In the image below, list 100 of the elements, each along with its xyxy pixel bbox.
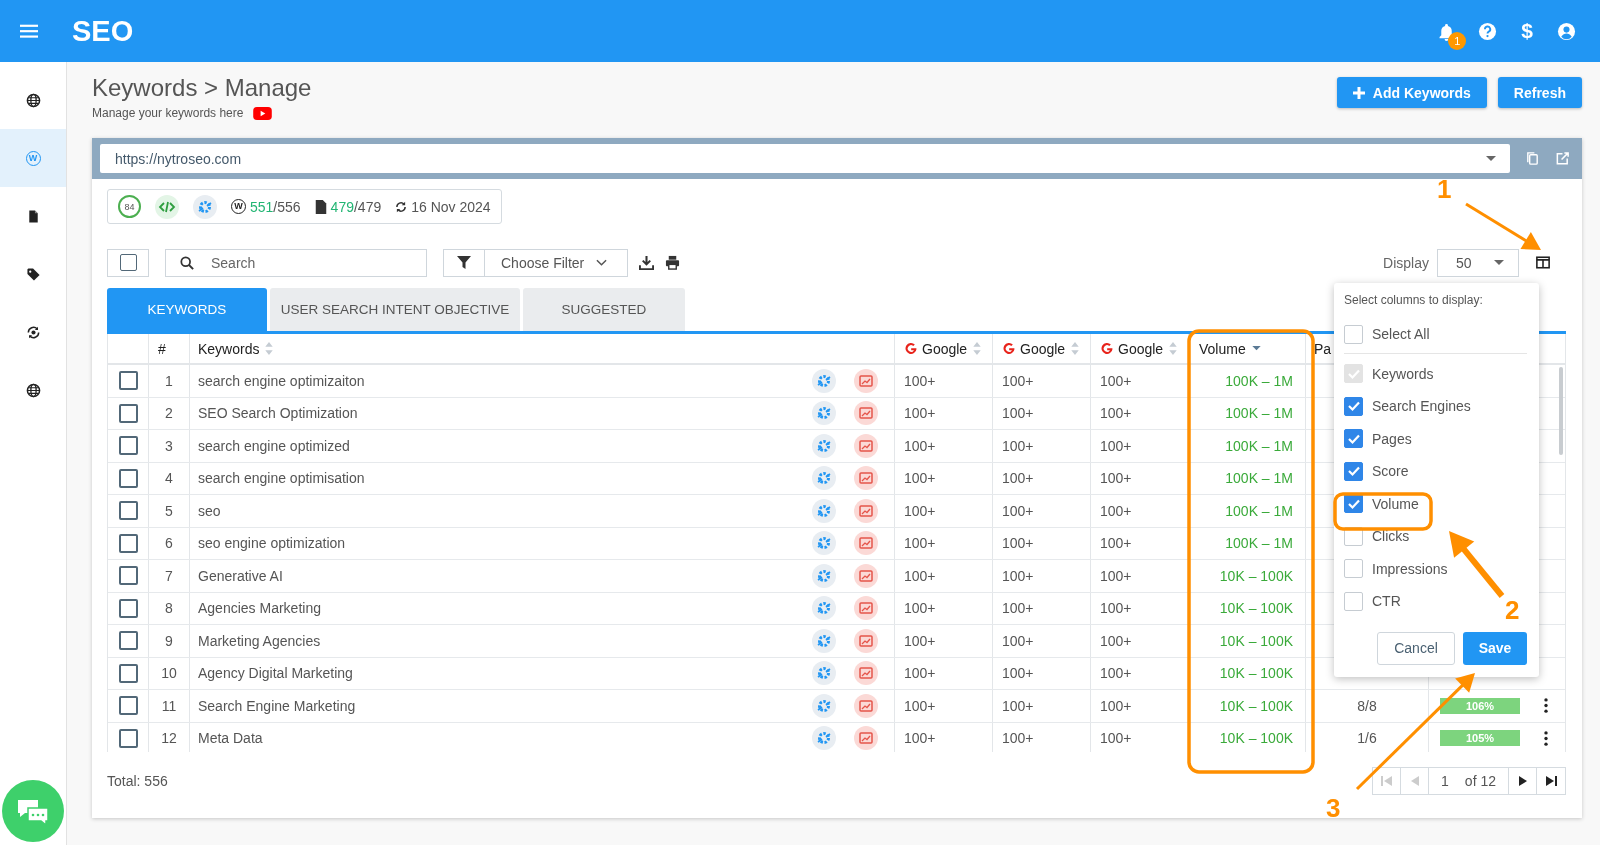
sync-icon[interactable] [25,324,41,340]
chart-icon[interactable] [854,596,878,621]
row-checkbox[interactable] [118,631,138,651]
column-header[interactable]: Google [922,340,968,357]
column-header[interactable]: Pa [1314,340,1332,357]
column-header[interactable]: Google [1020,340,1066,357]
chart-icon[interactable] [854,401,878,426]
checkbox[interactable] [1344,396,1363,416]
select-all-frame[interactable] [107,248,149,277]
tab[interactable]: USER SEARCH INTENT OBJECTIVE [270,288,520,331]
gear-icon[interactable] [812,563,836,588]
gear-icon[interactable] [812,401,836,426]
menu-icon[interactable] [20,23,38,39]
user-icon[interactable] [1557,21,1576,41]
cancel-button[interactable]: Cancel [1377,631,1455,665]
print-icon[interactable] [665,255,680,270]
page-size-select[interactable]: 50 [1437,248,1519,277]
help-icon[interactable] [1478,21,1498,41]
row-checkbox[interactable] [118,728,138,748]
chart-icon[interactable] [854,466,878,491]
copy-icon[interactable] [1525,151,1540,166]
gear-icon[interactable] [812,466,836,491]
row-checkbox[interactable] [118,371,138,391]
gear-icon[interactable] [812,661,836,686]
column-option[interactable]: Search Engines [1344,390,1471,423]
gear-icon[interactable] [812,726,836,751]
column-option[interactable]: Score [1344,455,1409,488]
chart-icon[interactable] [854,693,878,718]
volume-cell: 10K – 100K [1219,730,1293,747]
chart-icon[interactable] [854,531,878,556]
column-header[interactable]: Keywords [198,340,260,357]
pages-cell: 8/8 [1357,697,1377,714]
video-icon[interactable] [253,106,273,120]
more-icon[interactable] [1544,730,1548,746]
gear-icon[interactable] [812,628,836,653]
filter-dropdown[interactable]: Choose Filter [443,248,628,277]
column-option[interactable]: CTR [1344,585,1401,618]
column-header[interactable]: Volume [1199,340,1246,357]
checkbox[interactable] [1344,461,1363,481]
checkbox[interactable] [1344,429,1363,449]
column-option[interactable]: Impressions [1344,552,1448,585]
chat-icon[interactable] [2,780,64,842]
row-checkbox[interactable] [118,468,138,488]
gear-icon[interactable] [812,531,836,556]
gear-icon[interactable] [812,368,836,393]
row-checkbox[interactable] [118,403,138,423]
row-checkbox[interactable] [118,663,138,683]
display-label: Display [1383,254,1429,271]
rank-cell: 100+ [1002,632,1034,649]
rank-cell: 100+ [1002,665,1034,682]
caret-icon [1494,259,1504,266]
column-option[interactable]: Pages [1344,422,1412,455]
volume-cell: 10K – 100K [1219,632,1293,649]
globe-icon[interactable] [25,92,41,108]
chart-icon[interactable] [854,433,878,458]
url-select[interactable]: https://nytroseo.com [100,144,1510,173]
rank-cell: 100+ [1100,405,1132,422]
row-checkbox[interactable] [118,598,138,618]
row-checkbox[interactable] [118,696,138,716]
globe-icon[interactable] [25,382,41,398]
row-number: 11 [161,697,177,714]
tag-icon[interactable] [25,266,41,282]
chart-icon[interactable] [854,628,878,653]
gear-icon[interactable] [812,693,836,718]
rank-cell: 100+ [1002,567,1034,584]
column-header[interactable]: Google [1118,340,1164,357]
page-number[interactable]: 1 [1429,773,1459,789]
column-option[interactable]: Volume [1344,487,1419,520]
chart-icon[interactable] [854,726,878,751]
external-link-icon[interactable] [1555,151,1570,166]
select-all-checkbox[interactable] [119,254,137,271]
checkbox[interactable] [1344,591,1363,611]
chart-icon[interactable] [854,563,878,588]
row-checkbox[interactable] [118,533,138,553]
filter-icon [457,255,471,270]
checkbox[interactable] [1344,324,1363,344]
site-count: 551/556 [250,198,301,215]
volume-cell: 100K – 1M [1225,372,1293,389]
column-option[interactable]: Select All [1344,318,1430,351]
gear-icon[interactable] [812,433,836,458]
row-checkbox[interactable] [118,566,138,586]
sort-descending-icon[interactable] [1251,346,1261,351]
scrollbar[interactable] [1559,367,1563,455]
chart-icon[interactable] [854,661,878,686]
chart-icon[interactable] [854,498,878,523]
gear-icon[interactable] [812,596,836,621]
chart-icon[interactable] [854,368,878,393]
column-option[interactable]: Clicks [1344,520,1410,553]
row-checkbox[interactable] [118,501,138,521]
search-field[interactable]: Search [165,248,427,277]
g-logo-icon [1100,341,1114,356]
page-count: 479/479 [330,198,382,215]
more-icon[interactable] [1544,698,1548,714]
download-icon[interactable] [639,255,654,270]
gear-icon[interactable] [812,498,836,523]
tab[interactable]: SUGGESTED [523,288,685,331]
columns-icon[interactable] [1536,256,1550,269]
row-checkbox[interactable] [118,436,138,456]
checkbox[interactable] [1344,559,1363,579]
column-header[interactable]: # [158,340,166,357]
